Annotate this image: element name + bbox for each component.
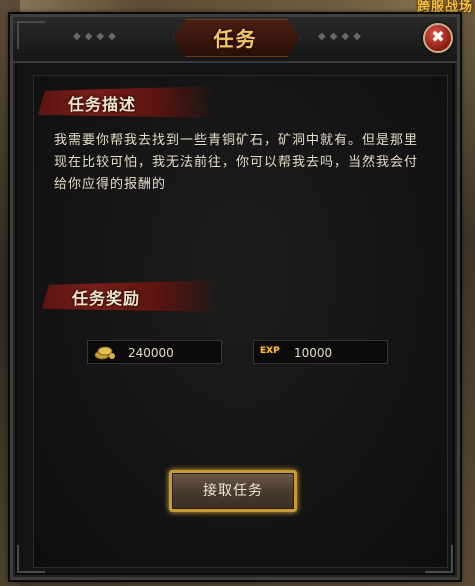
dialog-title: 任务 [213,27,258,51]
close-button[interactable]: ✖ [423,23,453,53]
description-heading: 任务描述 [68,95,137,114]
exp-icon: EXP [260,346,280,356]
reward-exp-value: 10000 [294,346,333,360]
title-ornament-left: ◆◆◆◆ [73,31,120,42]
close-icon: ✖ [431,27,445,46]
cross-server-badge[interactable]: 跨服战场 [417,0,473,15]
quest-description-text: 我需要你帮我去找到一些青铜矿石，矿洞中就有。但是那里现在比较可怕，我无法前往，你… [54,133,419,192]
reward-gold-slot[interactable]: 240000 [87,340,222,364]
accept-quest-button[interactable]: 接取任务 [169,470,297,512]
reward-heading: 任务奖励 [72,289,141,308]
dialog-titlebar[interactable]: ◆◆◆◆ ◆◆◆◆ 任务 ✖ [13,17,457,63]
gold-coins-icon [94,346,115,360]
reward-gold-value: 240000 [128,346,174,360]
title-ornament-right: ◆◆◆◆ [318,31,365,42]
corner-ornament-top-left [17,21,45,49]
reward-exp-slot[interactable]: EXP 10000 [253,340,388,364]
